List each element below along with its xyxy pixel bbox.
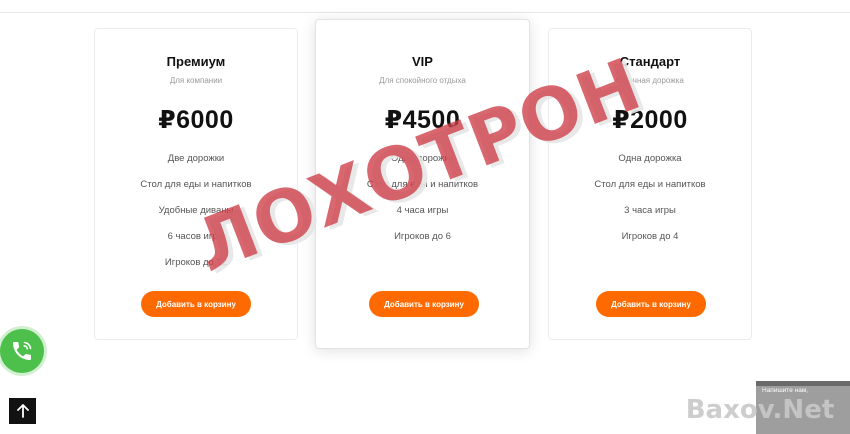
plan-title: VIP <box>412 54 433 69</box>
plan-features: Одна дорожка Стол для еды и напитков 4 ч… <box>316 146 529 250</box>
arrow-up-icon <box>16 404 29 418</box>
plan-feature: Стол для еды и напитков <box>594 179 706 190</box>
plan-subtitle: Для спокойного отдыха <box>379 76 466 85</box>
plan-feature: Стол для еды и напитков <box>366 179 479 190</box>
plan-subtitle: Для компании <box>169 76 223 85</box>
plan-title: Стандарт <box>619 54 681 69</box>
plan-price: ₽2000 <box>612 106 688 134</box>
call-button[interactable] <box>0 329 44 373</box>
header-divider <box>0 12 850 13</box>
plan-feature: 6 часов игры <box>167 231 225 242</box>
plan-price: ₽6000 <box>158 106 234 134</box>
add-to-cart-button[interactable]: Добавить в корзину <box>141 291 251 317</box>
add-to-cart-button[interactable]: Добавить в корзину <box>369 291 479 317</box>
plan-price: ₽4500 <box>384 106 461 134</box>
plan-feature: 4 часа игры <box>396 205 449 216</box>
phone-icon <box>13 341 32 360</box>
plan-card-premium: Премиум Для компании ₽6000 Две дорожки С… <box>94 28 298 340</box>
plan-feature: Две дорожки <box>167 153 225 164</box>
plan-feature: Одна дорожка <box>390 153 455 164</box>
plan-feature: Игроков до 12 <box>164 257 228 268</box>
plan-feature: Удобные диваны <box>158 205 234 216</box>
plan-feature: Игроков до 6 <box>394 231 451 242</box>
plan-card-standard: Стандарт Обычная дорожка ₽2000 Одна доро… <box>548 28 752 340</box>
plan-features: Одна дорожка Стол для еды и напитков 3 ч… <box>549 146 751 250</box>
scroll-top-button[interactable] <box>9 398 36 424</box>
plan-title: Премиум <box>166 54 226 69</box>
plan-subtitle: Обычная дорожка <box>616 76 684 85</box>
chat-widget[interactable]: Напишите нам, <box>756 381 850 434</box>
chat-widget-text: Напишите нам, <box>762 387 809 394</box>
plan-feature: 3 часа игры <box>624 205 676 216</box>
plan-feature: Игроков до 4 <box>621 231 679 242</box>
plan-feature: Одна дорожка <box>618 153 682 164</box>
plan-features: Две дорожки Стол для еды и напитков Удоб… <box>95 146 297 276</box>
add-to-cart-button[interactable]: Добавить в корзину <box>596 291 706 317</box>
plan-card-vip: VIP Для спокойного отдыха ₽4500 Одна дор… <box>315 19 530 349</box>
plan-feature: Стол для еды и напитков <box>140 179 252 190</box>
